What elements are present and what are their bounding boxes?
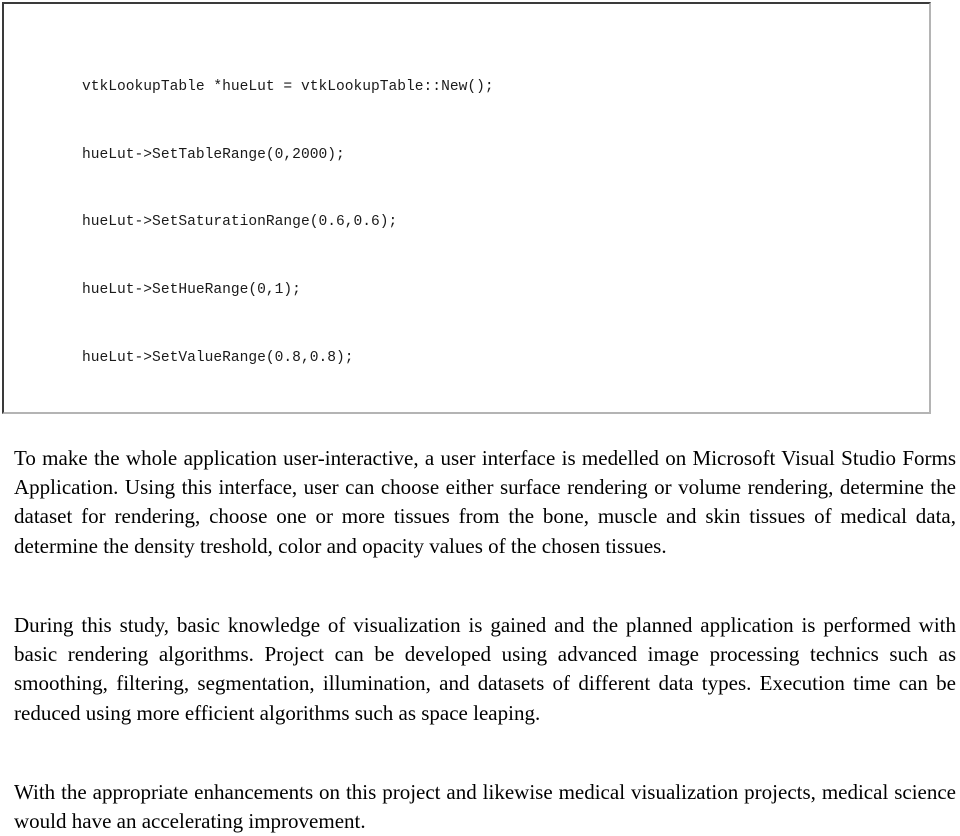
code-line: hueLut->SetTableRange(0,2000); <box>82 146 345 163</box>
body-paragraph-2: During this study, basic knowledge of vi… <box>14 611 956 728</box>
code-listing-content: vtkLookupTable *hueLut = vtkLookupTable:… <box>4 4 929 412</box>
code-line: vtkLookupTable *hueLut = vtkLookupTable:… <box>82 78 494 95</box>
paragraph-text: To make the whole application user-inter… <box>14 446 956 558</box>
code-line: hueLut->SetHueRange(0,1); <box>82 282 301 299</box>
paragraph-text: During this study, basic knowledge of vi… <box>14 613 956 725</box>
code-listing-box: vtkLookupTable *hueLut = vtkLookupTable:… <box>2 2 931 414</box>
code-line: hueLut->SetValueRange(0.8,0.8); <box>82 349 354 366</box>
code-line: hueLut->SetSaturationRange(0.6,0.6); <box>82 214 398 231</box>
paragraph-text: With the appropriate enhancements on thi… <box>14 780 956 834</box>
body-paragraph-3: With the appropriate enhancements on thi… <box>14 778 956 836</box>
body-paragraph-1: To make the whole application user-inter… <box>14 444 956 561</box>
